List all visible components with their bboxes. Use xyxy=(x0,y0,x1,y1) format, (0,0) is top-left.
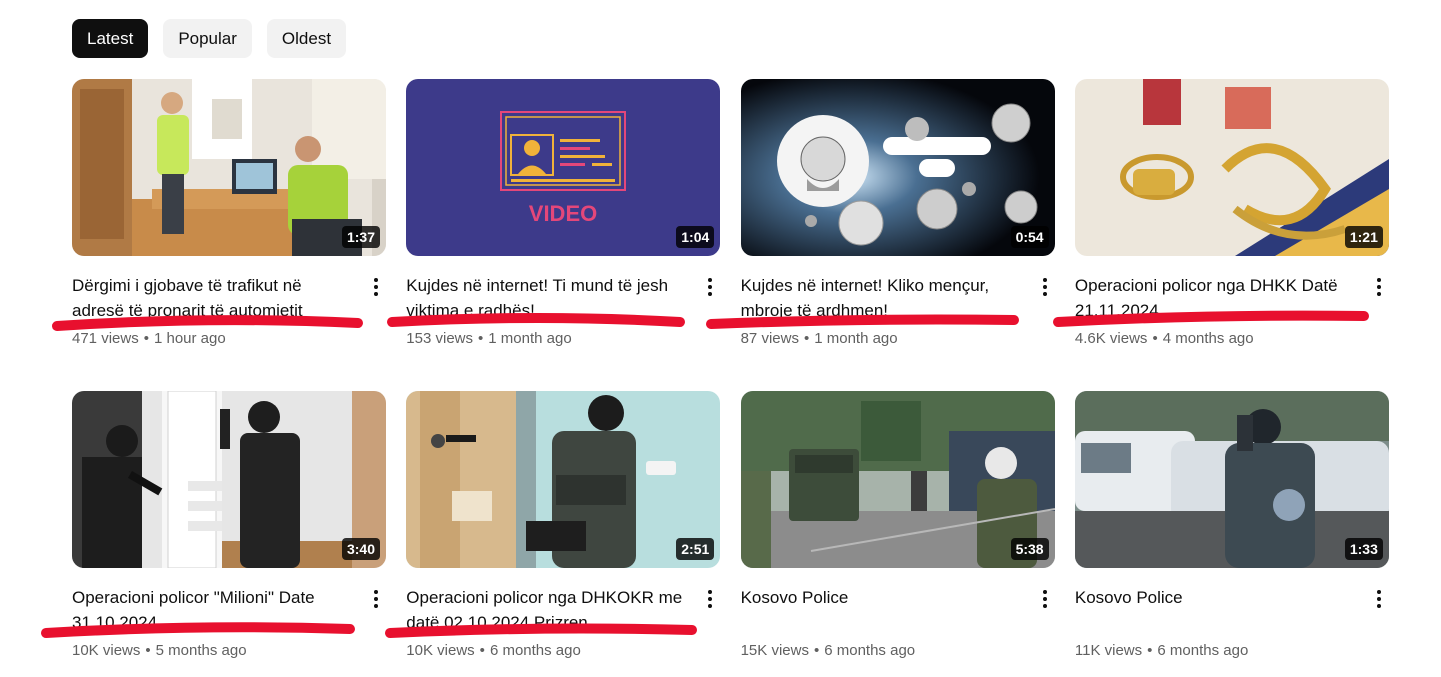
video-title[interactable]: Kosovo Police xyxy=(741,585,1026,610)
video-duration: 1:37 xyxy=(341,226,380,248)
thumbnail-image xyxy=(72,79,386,256)
more-actions-icon[interactable] xyxy=(364,275,388,299)
meta-separator: • xyxy=(1152,330,1158,347)
video-thumbnail[interactable]: 2:51 xyxy=(406,391,721,568)
view-count: 11K views xyxy=(1074,642,1143,659)
video-meta: 15K views • 6 months ago xyxy=(741,642,916,659)
more-actions-icon[interactable] xyxy=(1033,275,1057,299)
video-title[interactable]: Operacioni policor nga DHKK Datë 21.11.2… xyxy=(1075,273,1360,323)
more-actions-icon[interactable] xyxy=(364,587,388,611)
video-duration: 0:54 xyxy=(1010,226,1049,248)
chip-popular[interactable]: Popular xyxy=(163,19,252,58)
upload-age: 6 months ago xyxy=(489,642,581,659)
video-title[interactable]: Kujdes në internet! Kliko mençur, mbroje… xyxy=(741,273,1026,323)
thumbnail-image: VIDEO xyxy=(406,79,721,256)
more-actions-icon[interactable] xyxy=(1033,587,1057,611)
meta-separator: • xyxy=(803,330,810,347)
video-card[interactable]: 5:38 Kosovo Police 15K views • 6 months ag… xyxy=(740,391,1055,659)
video-card[interactable]: 1:21 Operacioni policor nga DHKK Datë 21… xyxy=(1074,79,1389,347)
upload-age: 4 months ago xyxy=(1162,330,1254,347)
video-thumbnail[interactable]: 3:40 xyxy=(72,391,386,568)
more-actions-icon[interactable] xyxy=(698,275,722,299)
video-thumbnail[interactable]: 1:21 xyxy=(1074,79,1389,256)
video-duration: 1:33 xyxy=(1344,538,1383,560)
video-thumbnail[interactable]: 1:37 xyxy=(72,79,386,256)
more-actions-icon[interactable] xyxy=(1367,275,1391,299)
video-thumbnail[interactable]: 0:54 xyxy=(740,79,1055,256)
video-duration: 3:40 xyxy=(341,538,380,560)
video-title[interactable]: Dërgimi i gjobave të trafikut në adresë … xyxy=(72,273,357,323)
upload-age: 1 month ago xyxy=(488,330,572,347)
video-card[interactable]: VIDEO 1:04 Kujdes në internet! Ti mund t… xyxy=(406,79,721,347)
video-title[interactable]: Kujdes në internet! Ti mund të jesh vikt… xyxy=(406,273,691,323)
thumbnail-image xyxy=(740,79,1055,256)
video-thumbnail[interactable]: 1:33 xyxy=(1074,391,1389,568)
video-thumbnail[interactable]: 5:38 xyxy=(740,391,1055,568)
view-count: 153 views xyxy=(406,330,473,347)
video-grid: 1:37 Dërgimi i gjobave të trafikut në ad… xyxy=(72,79,1389,659)
thumbnail-image xyxy=(72,391,386,568)
video-meta: 471 views • 1 hour ago xyxy=(72,330,226,347)
video-card[interactable]: 2:51 Operacioni policor nga DHKOKR me da… xyxy=(406,391,721,659)
view-count: 10K views xyxy=(406,642,475,659)
upload-age: 6 months ago xyxy=(1157,642,1249,659)
meta-separator: • xyxy=(478,330,484,347)
thumbnail-image xyxy=(1074,391,1389,568)
view-count: 15K views xyxy=(740,642,809,659)
video-duration: 1:21 xyxy=(1344,226,1383,248)
video-title[interactable]: Operacioni policor "Milioni" Date 31.10.… xyxy=(72,585,357,635)
upload-age: 1 month ago xyxy=(814,330,898,347)
video-thumbnail[interactable]: VIDEO 1:04 xyxy=(406,79,721,256)
video-card[interactable]: 1:33 Kosovo Police 11K views • 6 months ag… xyxy=(1074,391,1389,659)
meta-separator: • xyxy=(145,642,151,659)
video-title[interactable]: Kosovo Police xyxy=(1075,585,1360,610)
thumbnail-image xyxy=(740,391,1055,568)
meta-separator: • xyxy=(813,642,820,659)
meta-separator: • xyxy=(143,330,149,347)
video-meta: 10K views • 6 months ago xyxy=(406,642,581,659)
chip-latest[interactable]: Latest xyxy=(72,19,149,58)
video-card[interactable]: 3:40 Operacioni policor "Milioni" Date 3… xyxy=(72,391,386,659)
upload-age: 1 hour ago xyxy=(153,330,226,347)
video-meta: 87 views • 1 month ago xyxy=(741,330,898,347)
view-count: 87 views xyxy=(740,330,799,347)
video-duration: 2:51 xyxy=(676,538,715,560)
thumbnail-label: VIDEO xyxy=(529,201,597,226)
view-count: 4.6K views xyxy=(1074,330,1148,347)
video-duration: 5:38 xyxy=(1010,538,1049,560)
meta-separator: • xyxy=(479,642,485,659)
thumbnail-image xyxy=(1074,79,1389,256)
more-actions-icon[interactable] xyxy=(698,587,722,611)
more-actions-icon[interactable] xyxy=(1367,587,1391,611)
video-meta: 4.6K views • 4 months ago xyxy=(1075,330,1254,347)
thumbnail-image xyxy=(406,391,721,568)
video-meta: 10K views • 5 months ago xyxy=(72,642,247,659)
video-meta: 153 views • 1 month ago xyxy=(406,330,571,347)
upload-age: 5 months ago xyxy=(155,642,247,659)
video-card[interactable]: 1:37 Dërgimi i gjobave të trafikut në ad… xyxy=(72,79,386,347)
upload-age: 6 months ago xyxy=(824,642,916,659)
video-duration: 1:04 xyxy=(676,226,715,248)
sort-chips: Latest Popular Oldest xyxy=(72,19,347,58)
video-card[interactable]: 0:54 Kujdes në internet! Kliko mençur, m… xyxy=(740,79,1055,347)
meta-separator: • xyxy=(1147,642,1153,659)
view-count: 10K views xyxy=(72,642,141,659)
chip-oldest[interactable]: Oldest xyxy=(266,19,347,58)
view-count: 471 views xyxy=(72,330,139,347)
video-meta: 11K views • 6 months ago xyxy=(1075,642,1248,659)
video-title[interactable]: Operacioni policor nga DHKOKR me datë 02… xyxy=(406,585,691,635)
